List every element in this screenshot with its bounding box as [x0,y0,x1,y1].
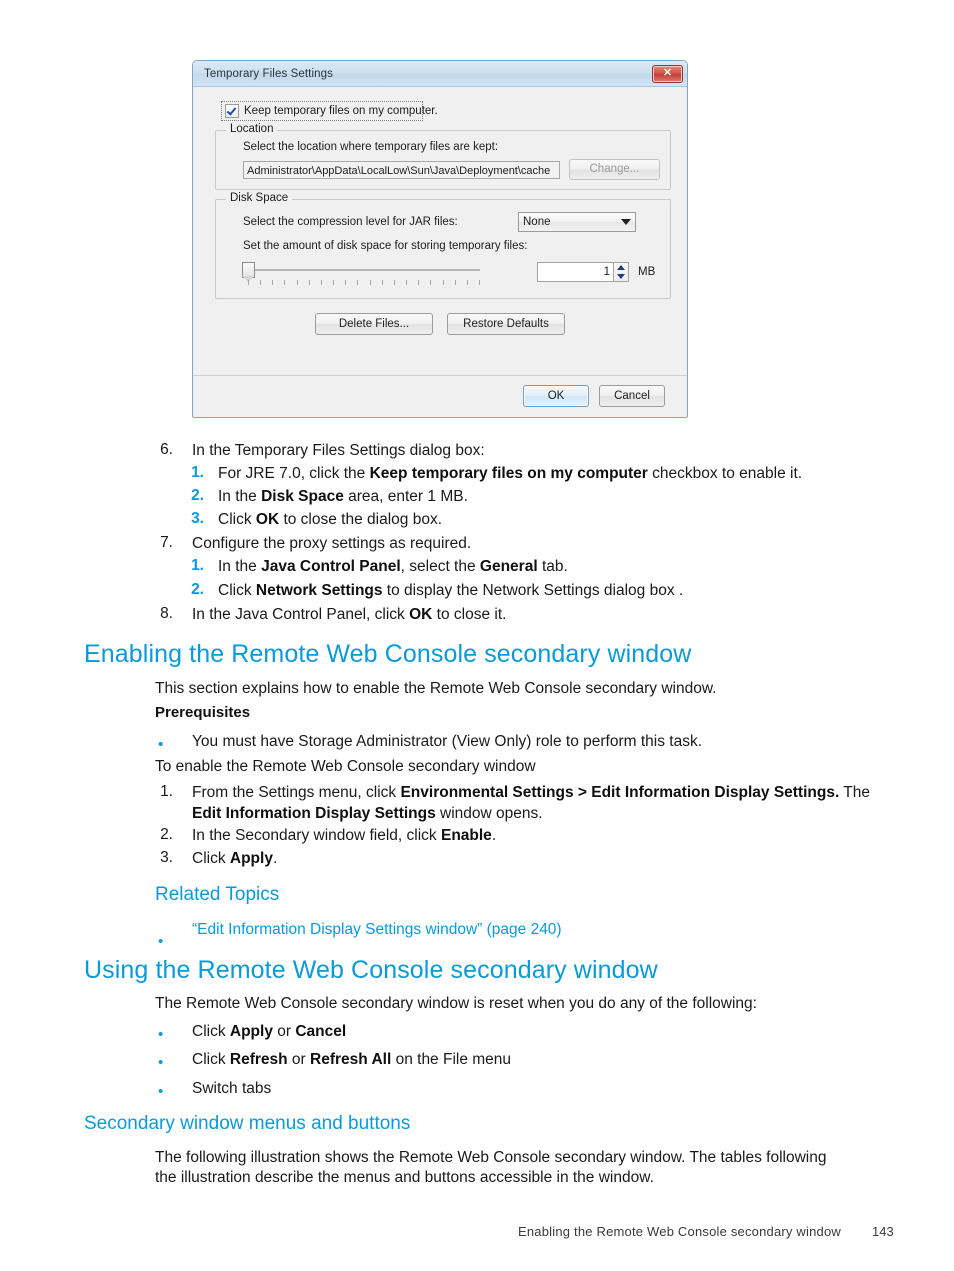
keep-temporary-files-checkbox-row[interactable]: Keep temporary files on my computer. [221,101,438,121]
step-7-1-number: 1. [191,557,204,574]
slider-thumb[interactable] [242,262,255,282]
step-6-text: In the Temporary Files Settings dialog b… [192,442,485,459]
chevron-down-icon [621,219,631,225]
temporary-files-settings-screenshot: Temporary Files Settings ✕ Keep temporar… [192,60,688,418]
compression-row: Select the compression level for JAR fil… [243,212,660,232]
dialog-body: Keep temporary files on my computer. Loc… [193,87,687,375]
step-8-text: In the Java Control Panel, click OK to c… [192,606,507,623]
compression-level-value: None [523,216,551,228]
enable-step-3-number: 3. [160,849,173,866]
restore-defaults-button[interactable]: Restore Defaults [447,313,565,335]
step-7-2-text: Click Network Settings to display the Ne… [218,582,684,599]
to-enable-label: To enable the Remote Web Console seconda… [155,758,536,775]
delete-files-button[interactable]: Delete Files... [315,313,433,335]
dialog-footer-actions: OK Cancel [193,375,687,417]
enable-step-3-text: Click Apply. [192,850,278,867]
amount-row: Set the amount of disk space for storing… [243,240,660,252]
location-path-input[interactable]: Administrator\AppData\LocalLow\Sun\Java\… [243,160,560,179]
menus-paragraph-line-1: The following illustration shows the Rem… [155,1149,827,1166]
step-6-3-text: Click OK to close the dialog box. [218,511,442,528]
disk-space-slider-row: 1 MB [238,261,660,289]
menus-paragraph-line-2: the illustration describe the menus and … [155,1169,654,1186]
stepper-down-icon[interactable] [617,274,625,279]
step-6-2-number: 2. [191,487,204,504]
disk-space-value-input[interactable]: 1 [537,262,614,282]
dialog-title: Temporary Files Settings [204,67,333,80]
dialog-secondary-actions: Delete Files... Restore Defaults [205,313,675,346]
using-item-2: Click Refresh or Refresh All on the File… [192,1051,512,1068]
prerequisite-item: You must have Storage Administrator (Vie… [192,733,703,750]
step-6-number: 6. [160,441,173,458]
intro-using-text: The Remote Web Console secondary window … [155,995,757,1012]
enable-step-1-text: From the Settings menu, click Environmen… [192,784,871,822]
using-item-3: Switch tabs [192,1080,272,1097]
close-icon[interactable]: ✕ [652,64,683,83]
location-row: Administrator\AppData\LocalLow\Sun\Java\… [243,159,660,180]
bullet-icon: • [158,736,164,753]
heading-enabling-secondary-window: Enabling the Remote Web Console secondar… [84,640,692,668]
disk-space-slider[interactable] [238,261,483,289]
enable-step-2-number: 2. [160,826,173,843]
disk-space-group-title: Disk Space [226,192,293,204]
stepper-up-icon[interactable] [617,265,625,270]
step-7-1-text: In the Java Control Panel, select the Ge… [218,558,568,575]
bullet-icon: • [158,1083,164,1100]
disk-space-amount-label: Set the amount of disk space for storing… [243,240,528,252]
compression-level-select[interactable]: None [518,212,636,232]
checkbox-checked-icon[interactable] [225,104,239,118]
location-group: Location Select the location where tempo… [215,123,671,190]
temporary-files-settings-dialog: Temporary Files Settings ✕ Keep temporar… [192,60,688,418]
intro-enabling-text: This section explains how to enable the … [155,680,717,697]
prerequisites-label: Prerequisites [155,704,251,721]
footer-section-title: Enabling the Remote Web Console secondar… [518,1224,841,1239]
step-7-2-number: 2. [191,581,204,598]
step-6-3-number: 3. [191,510,204,527]
disk-space-unit-label: MB [638,266,656,278]
ok-button[interactable]: OK [523,385,589,407]
heading-related-topics: Related Topics [155,884,280,905]
heading-secondary-window-menus: Secondary window menus and buttons [84,1113,411,1134]
step-7-text: Configure the proxy settings as required… [192,535,472,552]
heading-using-secondary-window: Using the Remote Web Console secondary w… [84,956,658,984]
related-topic-link[interactable]: “Edit Information Display Settings windo… [192,921,562,939]
stepper-buttons[interactable] [614,262,629,282]
step-8-number: 8. [160,605,173,622]
location-group-title: Location [226,123,278,135]
compression-label: Select the compression level for JAR fil… [243,216,458,228]
enable-step-1-number: 1. [160,783,173,800]
keep-temporary-files-label: Keep temporary files on my computer. [244,105,438,117]
enable-step-2-text: In the Secondary window field, click Ena… [192,827,497,844]
step-6-1-number: 1. [191,464,204,481]
disk-space-group: Disk Space Select the compression level … [215,192,671,299]
bullet-icon: • [158,1054,164,1071]
slider-track[interactable] [248,269,480,271]
step-6-1-text: For JRE 7.0, click the Keep temporary fi… [218,465,803,482]
step-7-number: 7. [160,534,173,551]
using-item-1: Click Apply or Cancel [192,1023,347,1040]
dialog-titlebar: Temporary Files Settings ✕ [193,61,687,87]
slider-ticks [248,280,480,285]
footer-page-number: 143 [872,1224,894,1239]
change-button[interactable]: Change... [568,159,660,180]
disk-space-stepper[interactable]: 1 MB [537,262,655,282]
location-description: Select the location where temporary file… [243,141,499,153]
bullet-icon: • [158,933,164,950]
bullet-icon: • [158,1026,164,1043]
cancel-button[interactable]: Cancel [599,385,665,407]
step-6-2-text: In the Disk Space area, enter 1 MB. [218,488,468,505]
